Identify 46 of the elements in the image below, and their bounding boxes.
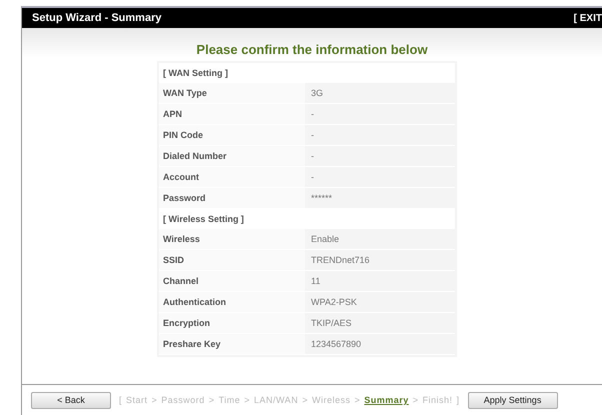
field-value: TRENDnet716 (310, 255, 370, 265)
apply-settings-button[interactable]: Apply Settings (468, 392, 558, 408)
field-value: - (310, 130, 314, 140)
field-value: 1234567890 (310, 339, 362, 349)
field-value: WPA2-PSK (310, 297, 357, 307)
wizard-step[interactable]: Wireless (312, 395, 350, 405)
field-value: - (310, 172, 314, 182)
field-value: ****** (310, 193, 332, 203)
field-label: Wireless (159, 229, 305, 249)
field-label: WAN Type (159, 83, 305, 103)
step-separator: > (152, 395, 158, 405)
wizard-step[interactable]: Finish! (422, 395, 453, 405)
bracket: [ (119, 395, 122, 405)
field-value: 11 (310, 276, 320, 286)
window-title: Setup Wizard - Summary (32, 12, 162, 24)
field-label: PIN Code (159, 125, 305, 145)
wizard-step[interactable]: Time (218, 395, 240, 405)
step-separator: > (354, 395, 360, 405)
wizard-step[interactable]: Summary (364, 395, 409, 405)
bracket: ] (456, 395, 460, 405)
wizard-step[interactable]: Password (161, 395, 205, 405)
field-label: Preshare Key (159, 334, 305, 354)
field-label: Authentication (159, 292, 305, 312)
exit-link[interactable]: [ EXIT (574, 12, 602, 24)
field-label: Dialed Number (159, 146, 305, 166)
field-value: 3G (310, 88, 324, 98)
field-value: - (310, 109, 314, 119)
field-value: TKIP/AES (310, 318, 352, 328)
field-label: Password (159, 188, 305, 208)
field-value: - (310, 151, 314, 161)
field-value: Enable (310, 234, 340, 244)
field-label: Account (159, 167, 305, 187)
summary-heading: Please confirm the information below (196, 42, 428, 57)
field-label: APN (159, 104, 305, 124)
section-header: [ Wireless Setting ] (159, 209, 455, 229)
step-separator: > (244, 395, 250, 405)
step-separator: > (412, 395, 419, 405)
field-label: Channel (159, 271, 305, 291)
back-button[interactable]: < Back (31, 392, 111, 408)
wizard-step[interactable]: Start (126, 395, 148, 405)
step-separator: > (302, 395, 308, 405)
field-label: Encryption (159, 313, 305, 333)
section-header: [ WAN Setting ] (159, 63, 455, 83)
field-label: SSID (159, 250, 305, 270)
wizard-step[interactable]: LAN/WAN (254, 395, 298, 405)
step-separator: > (208, 395, 215, 405)
